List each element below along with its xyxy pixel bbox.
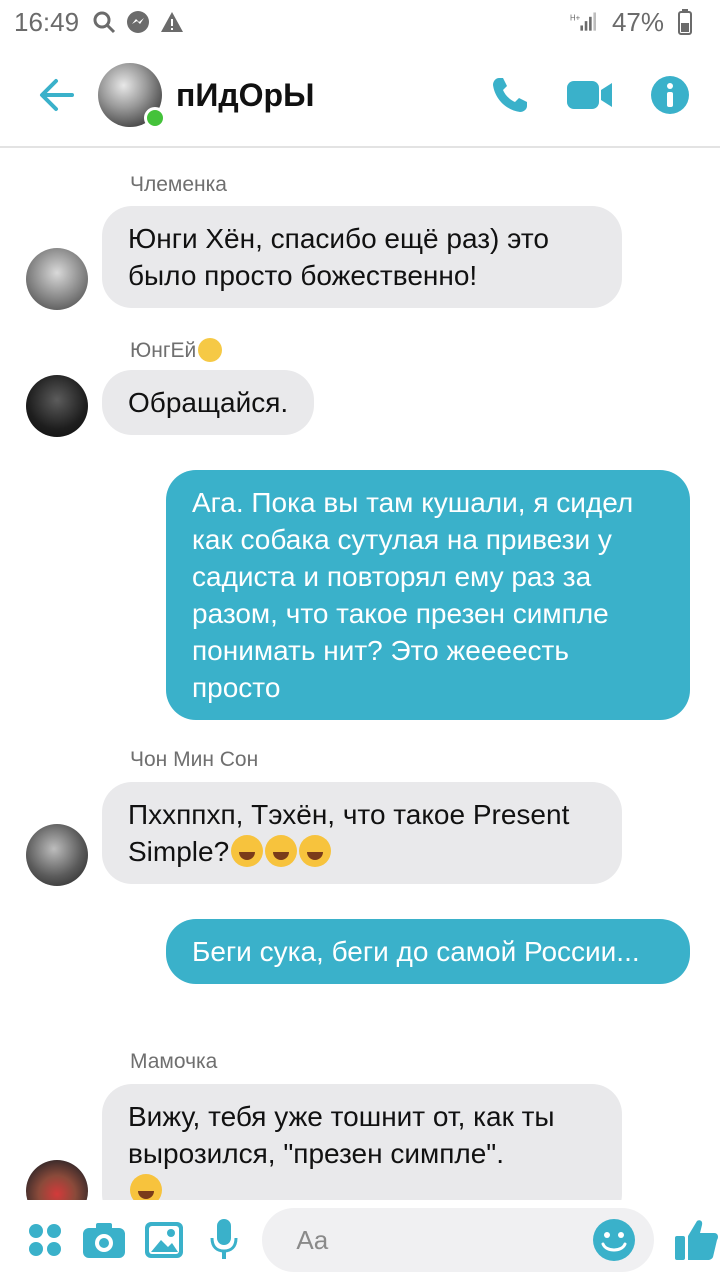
video-call-button[interactable] bbox=[566, 71, 614, 119]
apps-icon bbox=[28, 1224, 61, 1256]
message-composer bbox=[0, 1200, 720, 1280]
incoming-message[interactable]: Пххппхп, Тэхён, что такое Present Simple… bbox=[102, 782, 622, 884]
grinning-emoji-icon bbox=[198, 338, 223, 362]
avatar[interactable] bbox=[26, 824, 88, 886]
incoming-message[interactable]: Юнги Хён, спасибо ещё раз) это было прос… bbox=[102, 206, 622, 308]
outgoing-message[interactable]: Ага. Пока вы там кушали, я сидел как соб… bbox=[166, 470, 690, 720]
sender-name: ЮнгЕй bbox=[130, 338, 223, 363]
info-icon bbox=[651, 76, 689, 114]
voice-call-button[interactable] bbox=[486, 71, 534, 119]
online-indicator bbox=[144, 107, 166, 129]
sender-name: Члеменка bbox=[130, 173, 227, 196]
apps-button[interactable] bbox=[22, 1216, 68, 1264]
phone-icon bbox=[493, 78, 527, 112]
gallery-button[interactable] bbox=[141, 1216, 187, 1264]
laughing-emoji-icon bbox=[265, 835, 298, 867]
laughing-emoji-icon bbox=[130, 1174, 162, 1200]
search-icon bbox=[91, 9, 117, 35]
avatar[interactable] bbox=[26, 248, 88, 310]
camera-icon bbox=[83, 1223, 126, 1258]
camera-button[interactable] bbox=[82, 1216, 128, 1264]
back-arrow-icon bbox=[40, 79, 74, 111]
back-button[interactable] bbox=[26, 65, 86, 125]
outgoing-message[interactable]: Беги сука, беги до самой России... bbox=[166, 919, 690, 984]
gallery-icon bbox=[144, 1222, 183, 1258]
signal-icon: H+ bbox=[570, 9, 596, 35]
voice-message-button[interactable] bbox=[201, 1216, 247, 1264]
warning-icon bbox=[159, 9, 185, 35]
status-bar: 16:49 H+ 47% bbox=[0, 0, 720, 44]
battery-icon bbox=[672, 9, 698, 35]
battery-percent: 47% bbox=[611, 6, 664, 37]
conversation-header: пИдОрЫ bbox=[0, 44, 720, 148]
laughing-emoji-icon bbox=[231, 835, 264, 867]
avatar[interactable] bbox=[26, 1160, 88, 1200]
sender-name: Мамочка bbox=[130, 1050, 218, 1073]
conversation-info-button[interactable] bbox=[646, 71, 694, 119]
microphone-icon bbox=[210, 1219, 238, 1259]
incoming-message[interactable]: Обращайся. bbox=[102, 370, 315, 435]
sender-name: Чон Мин Сон bbox=[130, 748, 259, 771]
laughing-emoji-icon bbox=[299, 835, 332, 867]
svg-text:H+: H+ bbox=[570, 13, 581, 22]
like-button[interactable] bbox=[674, 1216, 720, 1264]
emoji-button[interactable] bbox=[592, 1218, 636, 1262]
message-list[interactable]: Члеменка Юнги Хён, спасибо ещё раз) это … bbox=[0, 150, 720, 1200]
conversation-title[interactable]: пИдОрЫ bbox=[176, 77, 314, 114]
emoji-icon bbox=[593, 1219, 635, 1261]
incoming-message[interactable]: Вижу, тебя уже тошнит от, как ты вырозил… bbox=[102, 1084, 622, 1200]
avatar[interactable] bbox=[26, 375, 88, 437]
thumbs-up-icon bbox=[675, 1220, 719, 1260]
status-time: 16:49 bbox=[14, 6, 80, 37]
video-camera-icon bbox=[567, 81, 612, 109]
group-avatar[interactable] bbox=[98, 63, 166, 129]
messenger-icon bbox=[125, 9, 151, 35]
